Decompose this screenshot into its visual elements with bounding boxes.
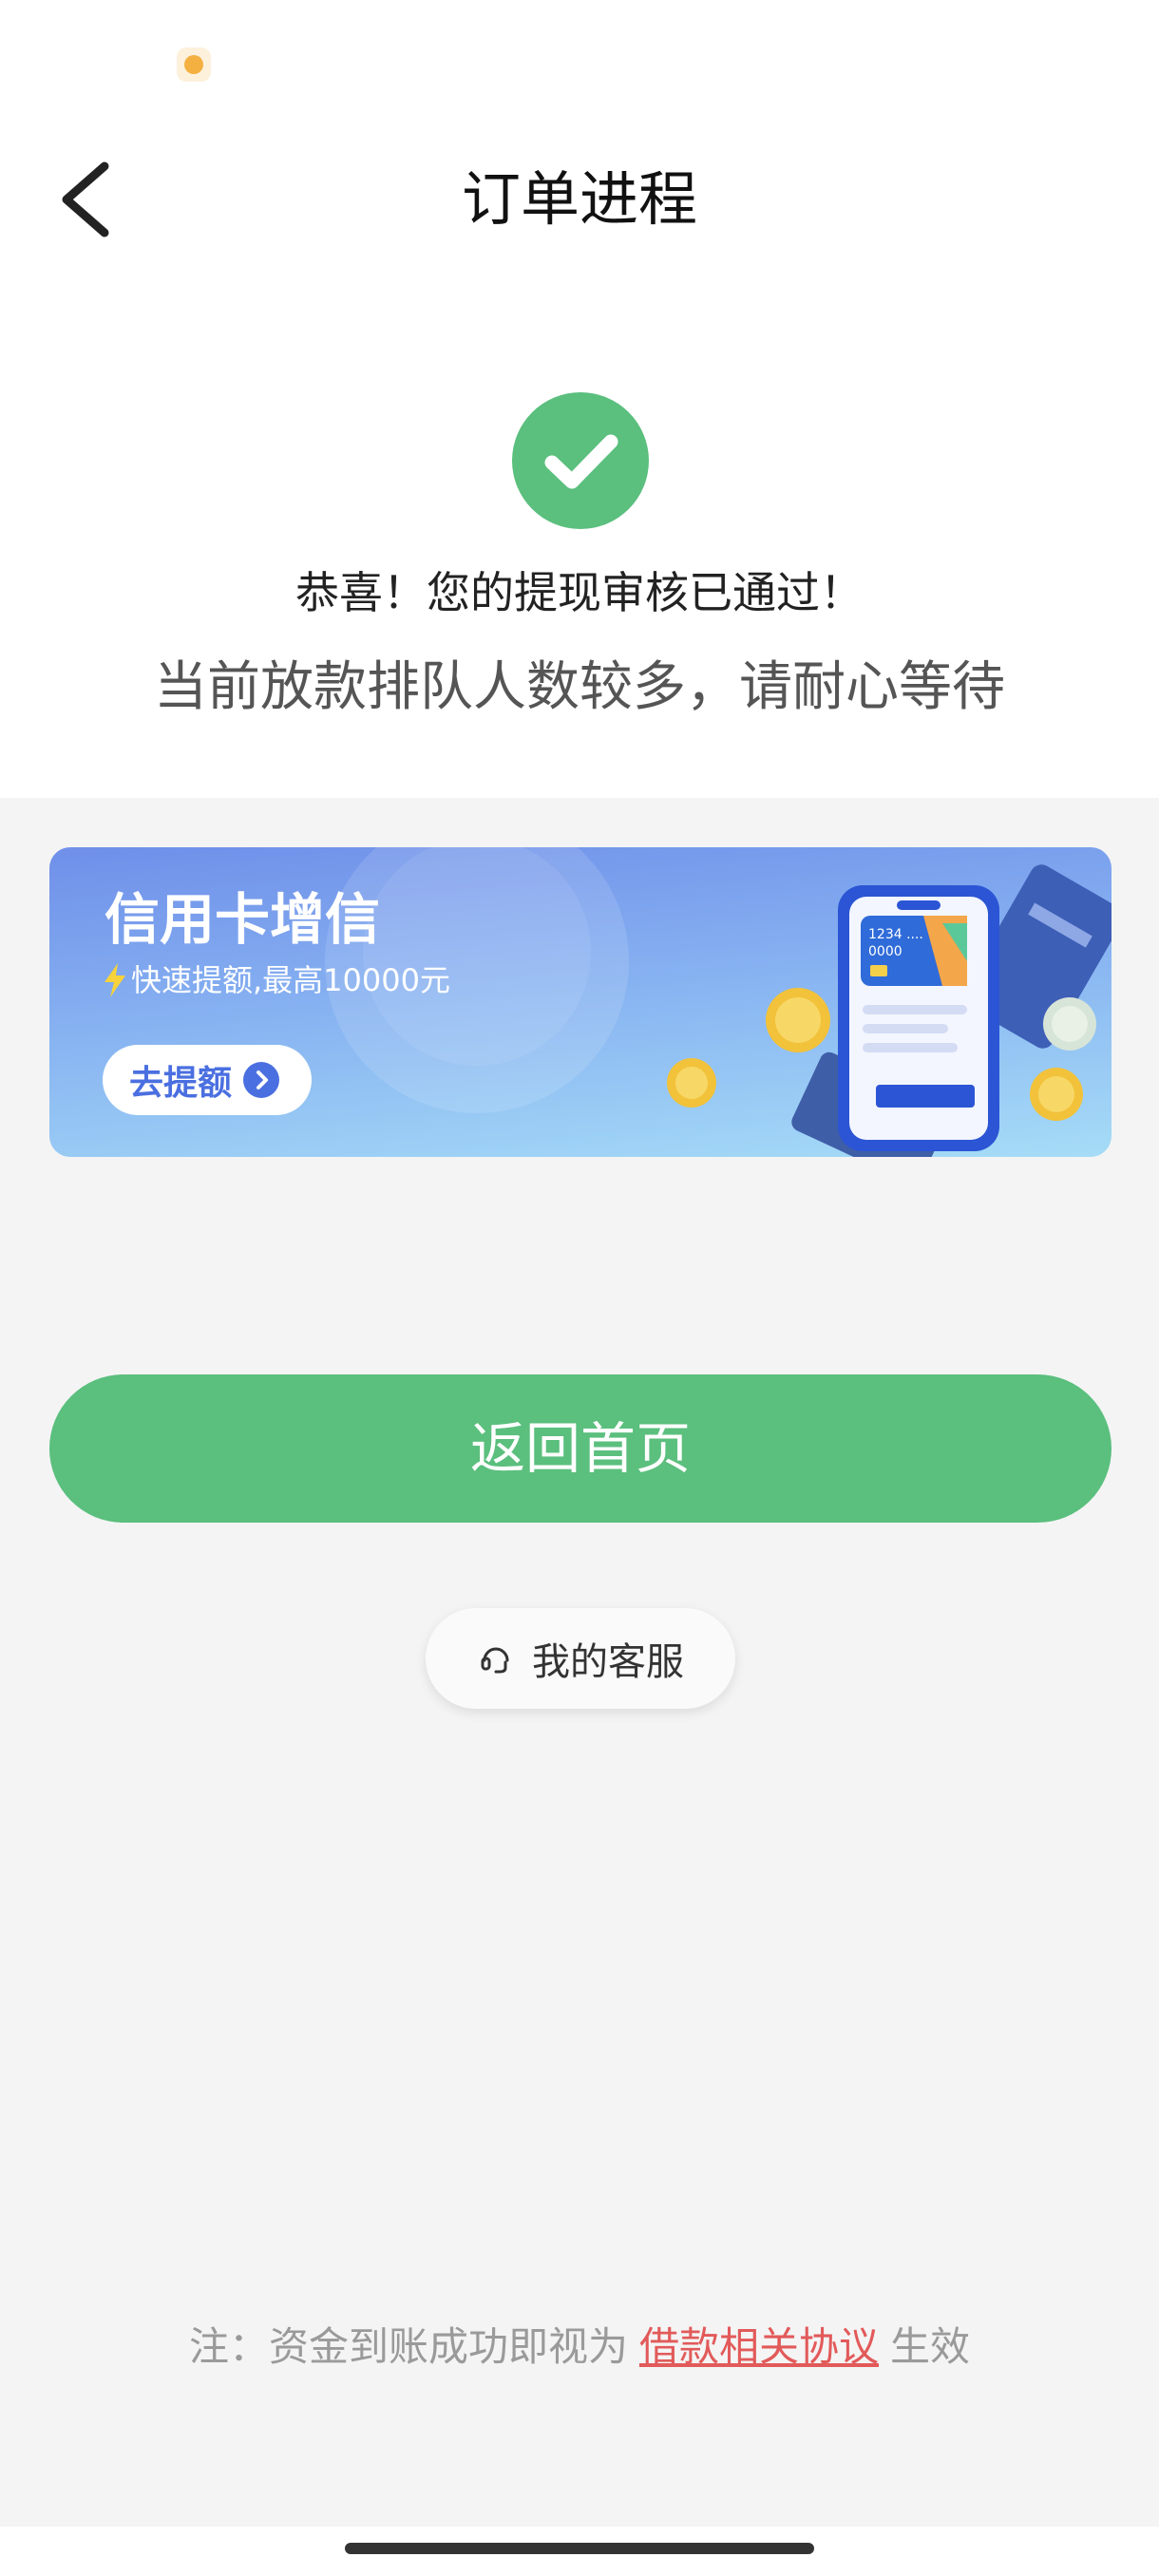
agreement-note: 注：资金到账成功即视为 借款相关协议 生效	[0, 2314, 1159, 2380]
banner-decoration	[363, 847, 591, 1066]
note-prefix: 注：资金到账成功即视为	[188, 2323, 628, 2370]
svg-text:0000: 0000	[868, 944, 902, 959]
page-title: 订单进程	[461, 164, 697, 234]
phone-card-illustration: 1234 .... 0000	[667, 864, 1112, 1157]
lightning-icon	[104, 963, 125, 997]
banner-subtitle-text: 快速提额,最高10000元	[131, 962, 450, 998]
check-circle-icon	[512, 392, 649, 529]
raise-limit-label: 去提额	[129, 1064, 233, 1103]
home-indicator[interactable]	[345, 2543, 814, 2554]
headset-icon	[481, 1647, 509, 1674]
svg-text:1234 ....: 1234 ....	[868, 927, 923, 942]
banner-subtitle: 快速提额,最高10000元	[103, 959, 450, 1001]
banner-title: 信用卡增信	[104, 887, 381, 952]
customer-service-button[interactable]: 我的客服	[426, 1608, 735, 1709]
note-suffix: 生效	[890, 2323, 971, 2370]
credit-card-banner[interactable]: 信用卡增信 快速提额,最高10000元 去提额 1234 .... 0000	[49, 847, 1112, 1157]
raise-limit-button[interactable]: 去提额	[103, 1045, 312, 1115]
queue-message: 当前放款排队人数较多，请耐心等待	[154, 656, 1005, 718]
approval-message: 恭喜！您的提现审核已通过！	[295, 567, 864, 618]
customer-service-label: 我的客服	[532, 1640, 684, 1684]
arrow-right-icon	[243, 1062, 280, 1098]
loan-agreement-link[interactable]: 借款相关协议	[639, 2323, 879, 2370]
return-home-button[interactable]: 返回首页	[49, 1374, 1112, 1523]
notification-icon	[177, 47, 211, 82]
